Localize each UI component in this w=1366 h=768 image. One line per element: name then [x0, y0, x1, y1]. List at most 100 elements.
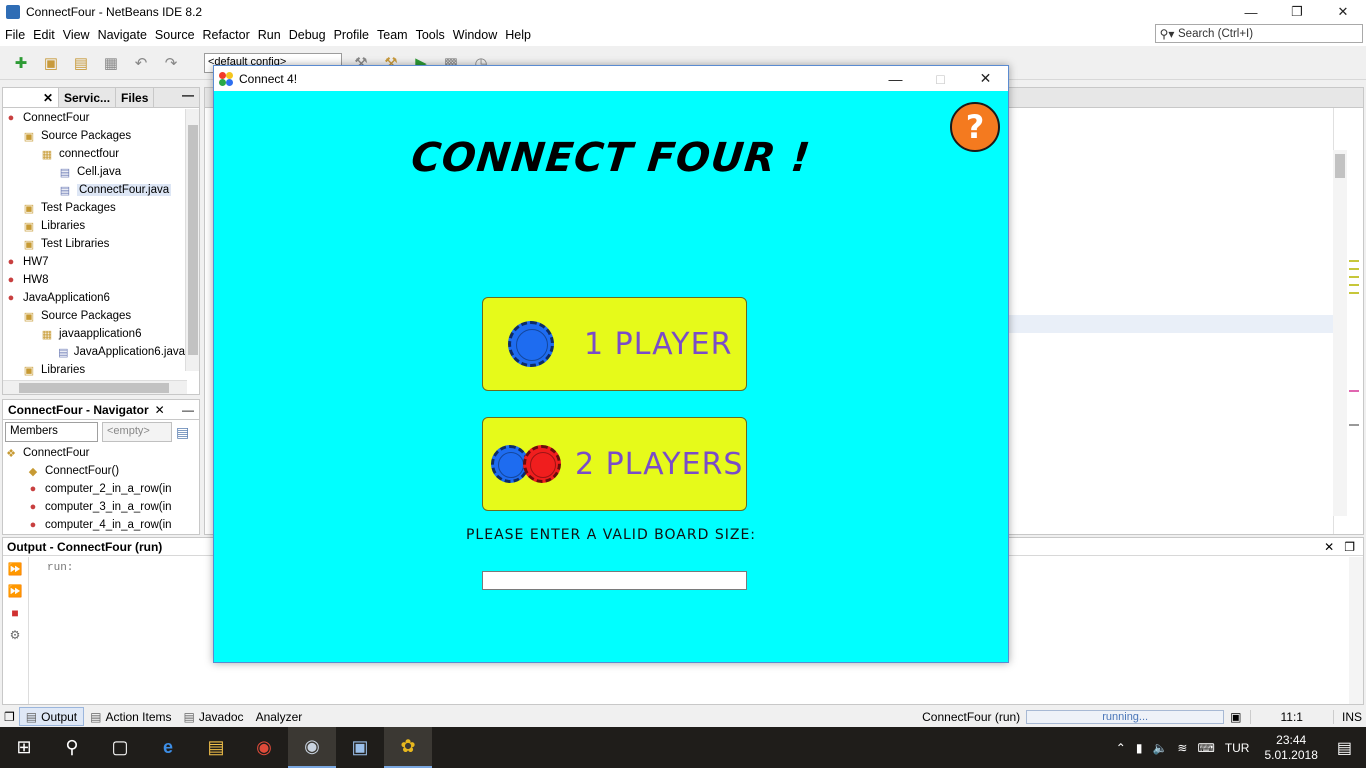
new-file-icon[interactable]: ✚	[10, 52, 32, 74]
tree-item[interactable]: ▣ Libraries	[3, 217, 185, 235]
two-players-button[interactable]: 2 PLAYERS	[482, 417, 747, 511]
edge-icon[interactable]: e	[144, 727, 192, 768]
tree-item[interactable]: ▣ Source Packages	[3, 127, 185, 145]
tree-item[interactable]: ▣ Libraries	[3, 361, 185, 379]
tab-files[interactable]: Files	[116, 88, 155, 107]
navigator-title: ConnectFour - Navigator	[8, 402, 149, 417]
undo-icon[interactable]: ↶	[130, 52, 152, 74]
tab-services[interactable]: Servic...	[59, 88, 117, 107]
virtualbox-icon[interactable]: ▣	[336, 727, 384, 768]
menu-run[interactable]: Run	[254, 28, 285, 42]
restore-window-icon[interactable]: ❐	[0, 707, 19, 726]
clock-date: 5.01.2018	[1264, 747, 1318, 762]
tree-item[interactable]: ▤ JavaApplication6.java	[3, 343, 185, 361]
minimize-button[interactable]: —	[1228, 0, 1274, 24]
menu-source[interactable]: Source	[151, 28, 199, 42]
tree-item[interactable]: ● HW7	[3, 253, 185, 271]
tree-item[interactable]: ● computer_4_in_a_row(in	[3, 516, 199, 534]
tab-javadoc[interactable]: ▤ Javadoc	[178, 707, 250, 726]
volume-icon[interactable]: 🔈	[1152, 741, 1167, 755]
members-select[interactable]: Members	[5, 422, 98, 442]
output-title: Output - ConnectFour (run)	[7, 539, 163, 554]
tab-output[interactable]: ▤ Output	[18, 707, 85, 726]
search-icon[interactable]: ⚲	[48, 727, 96, 768]
ide-search-box[interactable]: ⚲▾ Search (Ctrl+I)	[1155, 24, 1363, 43]
close-button[interactable]: ✕	[1320, 0, 1366, 24]
board-size-prompt: PLEASE ENTER A VALID BOARD SIZE:	[465, 527, 757, 543]
one-player-button[interactable]: 1 PLAYER	[482, 297, 747, 391]
tree-item[interactable]: ● computer_2_in_a_row(in	[3, 480, 199, 498]
rerun-with-params-icon[interactable]: ⏩	[7, 583, 23, 599]
close-icon[interactable]: ✕	[1324, 540, 1334, 554]
output-vertical-scrollbar[interactable]	[1349, 557, 1363, 704]
menu-tools[interactable]: Tools	[412, 28, 449, 42]
java-file-icon: ▤	[59, 184, 71, 197]
wifi-icon[interactable]: ≋	[1177, 741, 1187, 755]
tree-item[interactable]: ● computer_3_in_a_row(in	[3, 498, 199, 516]
tree-item[interactable]: ▦ connectfour	[3, 145, 185, 163]
tree-item[interactable]: ▤ ConnectFour.java	[3, 181, 185, 199]
cancel-task-icon[interactable]: ▣	[1230, 710, 1241, 724]
tree-item[interactable]: ❖ ConnectFour	[3, 444, 199, 462]
maximize-icon[interactable]: ❐	[1344, 540, 1355, 554]
start-icon[interactable]: ⊞	[0, 727, 48, 768]
menu-debug[interactable]: Debug	[285, 28, 330, 42]
projects-vertical-scrollbar[interactable]	[185, 109, 199, 371]
tree-item[interactable]: ● HW8	[3, 271, 185, 289]
redo-icon[interactable]: ↷	[160, 52, 182, 74]
open-project-icon[interactable]: ▤	[70, 52, 92, 74]
minimize-button[interactable]: —	[873, 66, 918, 91]
project-icon: ●	[7, 274, 15, 286]
editor-vertical-scrollbar[interactable]	[1333, 150, 1347, 516]
menu-help[interactable]: Help	[501, 28, 535, 42]
tree-item[interactable]: ▣ Test Packages	[3, 199, 185, 217]
menu-navigate[interactable]: Navigate	[94, 28, 151, 42]
connect4-window-title: Connect 4!	[239, 71, 298, 86]
notifications-icon[interactable]: ▤	[1337, 738, 1352, 758]
tab-analyzer[interactable]: Analyzer	[250, 707, 309, 726]
board-size-input[interactable]	[482, 571, 747, 590]
save-all-icon[interactable]: ▦	[100, 52, 122, 74]
menu-team[interactable]: Team	[373, 28, 412, 42]
close-button[interactable]: ✕	[963, 66, 1008, 91]
tree-item[interactable]: ▣ Test Libraries	[3, 235, 185, 253]
minimize-panel-icon[interactable]: —	[177, 88, 199, 107]
tab-action-items[interactable]: ▤ Action Items	[84, 707, 177, 726]
close-icon[interactable]: ✕	[155, 403, 165, 417]
menu-file[interactable]: File	[0, 28, 29, 42]
empty-select[interactable]: <empty>	[102, 422, 172, 442]
explorer-icon[interactable]: ▤	[192, 727, 240, 768]
navigator-options-icon[interactable]: ▤	[176, 424, 189, 441]
menu-refactor[interactable]: Refactor	[199, 28, 254, 42]
tree-item[interactable]: ▣ Source Packages	[3, 307, 185, 325]
task-view-icon[interactable]: ▢	[96, 727, 144, 768]
menu-window[interactable]: Window	[449, 28, 501, 42]
settings-icon[interactable]: ⚙	[7, 627, 23, 643]
rerun-icon[interactable]: ⏩	[7, 561, 23, 577]
stop-icon[interactable]: ■	[7, 605, 23, 621]
tree-item[interactable]: ▤ Cell.java	[3, 163, 185, 181]
java-app-icon[interactable]: ✿	[384, 727, 432, 768]
keyboard-icon[interactable]: ⌨	[1197, 741, 1214, 755]
chrome-icon[interactable]: ◉	[240, 727, 288, 768]
tree-item[interactable]: ● JavaApplication6	[3, 289, 185, 307]
battery-icon[interactable]: ▮	[1136, 741, 1143, 755]
tab-projects[interactable]: ✕	[3, 88, 59, 107]
tray-chevron-icon[interactable]: ⌃	[1116, 741, 1126, 755]
projects-horizontal-scrollbar[interactable]	[3, 380, 187, 394]
tree-item-label: Libraries	[41, 220, 86, 232]
new-project-icon[interactable]: ▣	[40, 52, 62, 74]
tree-item[interactable]: ◆ ConnectFour()	[3, 462, 199, 480]
method-icon: ●	[29, 483, 37, 495]
menu-profile[interactable]: Profile	[330, 28, 373, 42]
restore-button[interactable]: ❐	[1274, 0, 1320, 24]
steam-icon[interactable]: ◉	[288, 727, 336, 768]
tree-item[interactable]: ▦ javaapplication6	[3, 325, 185, 343]
clock[interactable]: 23:44 5.01.2018	[1264, 733, 1317, 763]
ide-window-title: ConnectFour - NetBeans IDE 8.2	[26, 5, 203, 19]
tree-item[interactable]: ● ConnectFour	[3, 109, 185, 127]
language-indicator[interactable]: TUR	[1225, 741, 1250, 755]
minimize-panel-icon[interactable]: —	[177, 403, 199, 417]
menu-edit[interactable]: Edit	[29, 28, 59, 42]
menu-view[interactable]: View	[59, 28, 94, 42]
